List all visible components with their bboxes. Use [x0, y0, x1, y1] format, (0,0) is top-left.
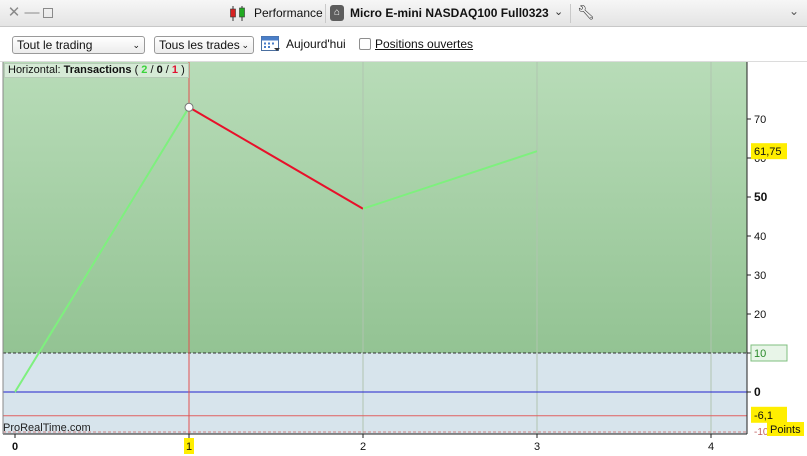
y-tick-label: 40 [754, 231, 766, 243]
x-tick-label: 3 [534, 441, 540, 453]
brand-watermark: ProRealTime.com [3, 422, 91, 434]
trades-filter-select[interactable]: Tous les trades ⌄ [154, 36, 254, 54]
chart-canvas: 0102030405060700123461,7510-6,1-10Points [2, 62, 804, 454]
today-button[interactable]: Aujourd'hui [286, 37, 346, 51]
minimize-icon[interactable]: — [24, 5, 40, 21]
unit-label: Points [770, 424, 801, 436]
wrench-icon[interactable]: 🔧︎ [577, 4, 595, 21]
last-value-label: 61,75 [754, 146, 782, 158]
drawdown-value-label: -6,1 [754, 410, 773, 422]
losses-count: 1 [171, 64, 179, 76]
close-icon[interactable]: ✕ [6, 5, 22, 21]
chevron-down-icon[interactable]: ⌄ [554, 5, 563, 18]
select-arrow-icon: ⌄ [241, 40, 249, 50]
open-positions-checkbox[interactable] [359, 38, 371, 50]
trading-scope-select[interactable]: Tout le trading ⌄ [12, 36, 145, 54]
y-tick-label: 0 [754, 385, 761, 399]
horizontal-axis-caption: Horizontal: Transactions ( 2 / 0 / 1 ) [4, 63, 189, 78]
open-positions-label[interactable]: Positions ouvertes [375, 37, 473, 51]
x-tick-label: 1 [186, 441, 192, 453]
trading-scope-value: Tout le trading [17, 38, 93, 52]
separator [570, 4, 571, 23]
threshold-bottom-label: -10 [754, 427, 769, 438]
maximize-icon[interactable] [40, 5, 56, 21]
cursor-point [184, 102, 194, 112]
caption-name: Transactions [63, 64, 132, 76]
y-tick-label: 50 [754, 190, 768, 204]
caption-sep: / [147, 64, 157, 76]
calendar-icon[interactable] [261, 34, 281, 52]
instrument-name[interactable]: Micro E-mini NASDAQ100 Full0323 [350, 6, 549, 20]
y-tick-label: 20 [754, 309, 766, 321]
caption-sep: / [162, 64, 172, 76]
loss-zone [3, 353, 747, 434]
separator [325, 4, 326, 23]
x-tick-label: 4 [708, 441, 714, 453]
caption-prefix: Horizontal: [8, 64, 61, 76]
performance-chart[interactable]: 0102030405060700123461,7510-6,1-10Points [0, 62, 807, 456]
window-titlebar: ✕ — Performance ⌂ Micro E-mini NASDAQ100… [0, 0, 807, 27]
select-arrow-icon: ⌄ [132, 40, 140, 50]
window-menu-chevron-icon[interactable]: ⌄ [789, 4, 799, 18]
trades-filter-value: Tous les trades [159, 38, 240, 52]
y-tick-label: 70 [754, 114, 766, 126]
caption-close-paren: ) [181, 64, 185, 76]
caption-open-paren: ( [134, 64, 139, 76]
threshold-top-label: 10 [754, 348, 766, 360]
gain-zone [3, 62, 747, 353]
y-tick-label: 30 [754, 270, 766, 282]
x-tick-label: 2 [360, 441, 366, 453]
x-tick-label: 0 [12, 441, 18, 453]
candlestick-icon [230, 6, 245, 21]
instrument-icon: ⌂ [330, 5, 344, 21]
panel-title: Performance [254, 6, 323, 20]
